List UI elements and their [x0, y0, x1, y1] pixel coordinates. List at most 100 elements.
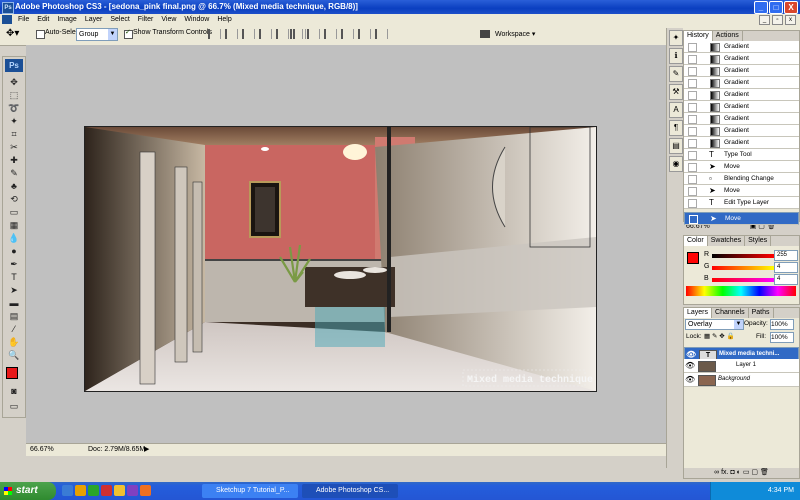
fill-input[interactable]: 100% [770, 332, 794, 343]
tab-layers[interactable]: Layers [684, 308, 713, 318]
lasso-tool[interactable]: ➰ [5, 102, 23, 114]
lock-icons[interactable]: ▦ ✎ ✥ 🔒 [704, 332, 735, 340]
auto-select-checkbox[interactable] [36, 30, 45, 39]
notes-tool[interactable]: ▤ [5, 310, 23, 322]
task-sketchup[interactable]: Sketchup 7 Tutorial_P... [202, 484, 298, 498]
crop-tool[interactable]: ⌗ [5, 128, 23, 140]
history-item[interactable]: Gradient [684, 113, 799, 125]
blur-tool[interactable]: 💧 [5, 232, 23, 244]
clock[interactable]: 4:34 PM [768, 487, 794, 494]
eraser-tool[interactable]: ▭ [5, 206, 23, 218]
auto-align-buttons[interactable] [375, 29, 388, 39]
move-tool-icon[interactable]: ✥▾ [6, 28, 22, 42]
screen-mode-icon[interactable]: ▭ [5, 400, 23, 412]
history-item[interactable]: Gradient [684, 41, 799, 53]
workspace-menu[interactable]: Workspace ▾ [480, 28, 550, 41]
menu-file[interactable]: File [14, 14, 33, 25]
new-layer-icon[interactable]: ▢ [751, 469, 758, 476]
doc-size[interactable]: Doc: 2.79M/8.65M [88, 444, 145, 456]
menu-edit[interactable]: Edit [33, 14, 53, 25]
quick-launch-icon[interactable] [114, 485, 125, 496]
document-canvas[interactable]: Mixed media technique [84, 126, 597, 392]
doc-restore-button[interactable]: ▫ [772, 15, 783, 25]
clone-source-icon[interactable]: ◉ [669, 156, 683, 172]
magic-wand-tool[interactable]: ✦ [5, 115, 23, 127]
zoom-tool[interactable]: 🔍 [5, 349, 23, 361]
quick-mask-icon[interactable]: ◙ [5, 385, 23, 397]
doc-close-button[interactable]: x [785, 15, 796, 25]
tab-paths[interactable]: Paths [749, 308, 774, 318]
mask-icon[interactable]: ◘ [730, 469, 734, 476]
green-value-input[interactable]: 4 [774, 262, 798, 273]
layer-row[interactable]: 👁 Layer 1 [684, 359, 799, 373]
brushes-icon[interactable]: ✎ [669, 66, 683, 82]
tool-presets-icon[interactable]: ⚒ [669, 84, 683, 100]
pen-tool[interactable]: ✒ [5, 258, 23, 270]
layer-comps-icon[interactable]: ▤ [669, 138, 683, 154]
menu-image[interactable]: Image [53, 14, 80, 25]
tab-history[interactable]: History [684, 31, 713, 41]
trash-icon[interactable]: 🗑 [760, 469, 769, 476]
close-button[interactable]: X [784, 1, 798, 14]
history-item[interactable]: ➤ Move [684, 161, 799, 173]
eye-icon[interactable]: 👁 [685, 359, 695, 372]
quick-launch-icon[interactable] [127, 485, 138, 496]
shape-tool[interactable]: ▬ [5, 297, 23, 309]
history-item[interactable]: ➤ Move [684, 185, 799, 197]
dodge-tool[interactable]: ● [5, 245, 23, 257]
tab-color[interactable]: Color [684, 236, 708, 246]
path-select-tool[interactable]: ➤ [5, 284, 23, 296]
history-item[interactable]: Gradient [684, 137, 799, 149]
gradient-tool[interactable]: ▦ [5, 219, 23, 231]
history-brush-tool[interactable]: ⟲ [5, 193, 23, 205]
type-tool[interactable]: T [5, 271, 23, 283]
history-item[interactable]: Gradient [684, 53, 799, 65]
maximize-button[interactable]: □ [769, 1, 783, 14]
history-item[interactable]: T Edit Type Layer [684, 197, 799, 209]
history-item[interactable]: T Type Tool [684, 149, 799, 161]
blue-slider[interactable] [712, 278, 774, 282]
task-photoshop[interactable]: Adobe Photoshop CS... [302, 484, 398, 498]
history-item[interactable]: ▫ Blending Change [684, 173, 799, 185]
foreground-color-swatch[interactable] [6, 367, 18, 379]
start-button[interactable]: start [0, 482, 56, 500]
red-value-input[interactable]: 255 [774, 250, 798, 261]
history-item[interactable]: Gradient [684, 101, 799, 113]
blue-value-input[interactable]: 4 [774, 274, 798, 285]
history-item[interactable]: Gradient [684, 65, 799, 77]
menu-window[interactable]: Window [180, 14, 213, 25]
hand-tool[interactable]: ✋ [5, 336, 23, 348]
tab-styles[interactable]: Styles [745, 236, 772, 246]
color-spectrum[interactable] [686, 286, 796, 296]
history-item[interactable]: Gradient [684, 125, 799, 137]
distribute-buttons[interactable] [290, 29, 388, 39]
quick-launch-icon[interactable] [140, 485, 151, 496]
marquee-tool[interactable]: ⬚ [5, 89, 23, 101]
navigator-icon[interactable]: ✦ [669, 30, 683, 46]
folder-icon[interactable]: ▭ [743, 469, 750, 476]
info-icon[interactable]: ℹ [669, 48, 683, 64]
status-arrow-icon[interactable]: ▶ [144, 444, 149, 456]
zoom-level[interactable]: 66.67% [30, 444, 54, 456]
opacity-input[interactable]: 100% [770, 319, 794, 330]
character-icon[interactable]: A [669, 102, 683, 118]
menu-view[interactable]: View [157, 14, 180, 25]
history-item[interactable]: Gradient [684, 89, 799, 101]
eye-icon[interactable]: 👁 [685, 373, 695, 386]
menu-help[interactable]: Help [213, 14, 235, 25]
move-tool[interactable]: ✥ [5, 76, 23, 88]
red-slider[interactable] [712, 254, 774, 258]
menu-select[interactable]: Select [106, 14, 133, 25]
app-menu-icon[interactable] [2, 15, 12, 24]
auto-select-dropdown[interactable]: Group ▼ [76, 28, 118, 41]
healing-tool[interactable]: ✚ [5, 154, 23, 166]
quick-launch-icon[interactable] [101, 485, 112, 496]
quick-launch-icon[interactable] [75, 485, 86, 496]
layer-row[interactable]: 👁 Background [684, 373, 799, 387]
show-transform-checkbox[interactable] [124, 28, 133, 39]
eyedropper-tool[interactable]: ⁄ [5, 323, 23, 335]
adjustment-icon[interactable]: ◐ [737, 469, 741, 476]
link-icon[interactable]: ∞ [714, 469, 719, 476]
menu-filter[interactable]: Filter [134, 14, 158, 25]
menu-layer[interactable]: Layer [81, 14, 107, 25]
